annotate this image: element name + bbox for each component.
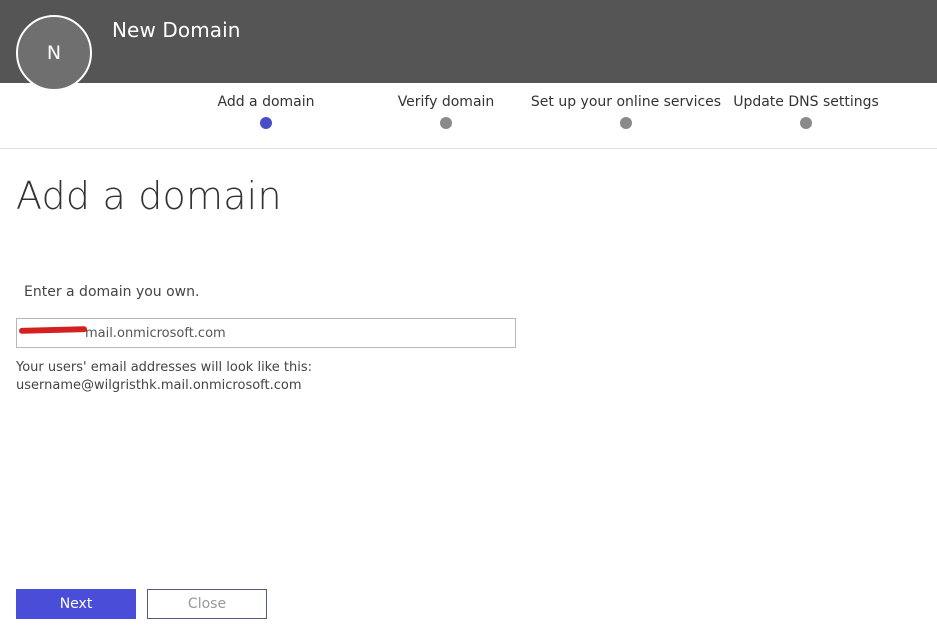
avatar: N (16, 15, 92, 91)
page-title: Add a domain (16, 174, 282, 218)
step-online-services: Set up your online services (526, 94, 726, 129)
step-verify-domain: Verify domain (346, 94, 546, 129)
header-title: New Domain (112, 18, 241, 42)
close-button[interactable]: Close (147, 589, 267, 619)
step-label: Update DNS settings (733, 94, 879, 110)
step-dot (440, 117, 452, 129)
step-label: Verify domain (397, 94, 495, 110)
step-label: Set up your online services (530, 94, 722, 110)
domain-instruction: Enter a domain you own. (24, 284, 200, 300)
help-text-line2: username@wilgristhk.mail.onmicrosoft.com (16, 378, 302, 393)
wizard-steps: Add a domain Verify domain Set up your o… (0, 83, 937, 149)
step-update-dns: Update DNS settings (706, 94, 906, 129)
step-dot (800, 117, 812, 129)
domain-input[interactable] (16, 318, 516, 348)
next-button[interactable]: Next (16, 589, 136, 619)
step-dot (620, 117, 632, 129)
step-add-domain: Add a domain (166, 94, 366, 129)
help-text-line1: Your users' email addresses will look li… (16, 360, 312, 375)
step-dot-active (260, 117, 272, 129)
header-bar: New Domain (0, 0, 937, 83)
step-label: Add a domain (217, 94, 315, 110)
